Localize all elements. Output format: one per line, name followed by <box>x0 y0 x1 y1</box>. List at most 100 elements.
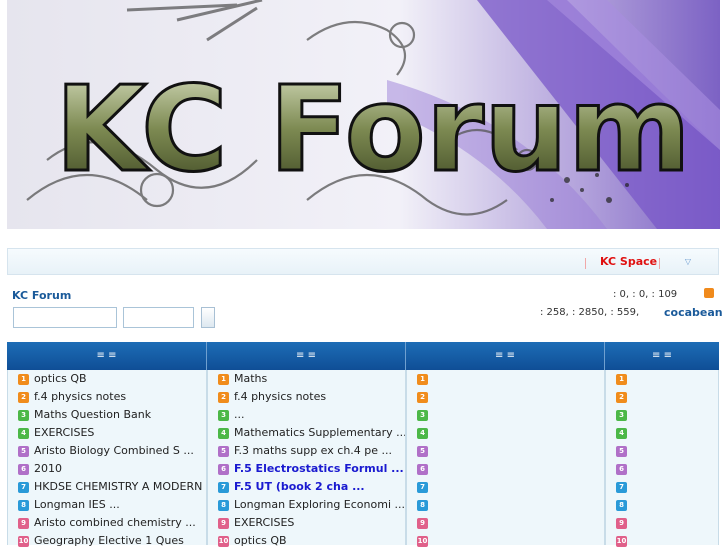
list-item[interactable]: 2 f.4 physics notes <box>8 388 206 406</box>
list-item[interactable]: 2 f.4 physics notes <box>208 388 405 406</box>
rank-badge-icon: 8 <box>18 500 29 511</box>
list-item[interactable]: 9 Aristo combined chemistry ... <box>8 514 206 532</box>
rank-badge-icon: 1 <box>417 374 428 385</box>
thread-link[interactable]: EXERCISES <box>234 514 294 532</box>
list-item[interactable]: 10 <box>606 532 718 550</box>
list-item[interactable]: 7 <box>407 478 604 496</box>
rank-badge-icon: 6 <box>218 464 229 475</box>
list-item[interactable]: 10 Geography Elective 1 Ques <box>8 532 206 550</box>
rss-icon[interactable] <box>704 288 714 298</box>
thread-link[interactable]: Longman Exploring Economi ... <box>234 496 405 514</box>
thread-link[interactable]: Aristo combined chemistry ... <box>34 514 196 532</box>
rank-badge-icon: 10 <box>18 536 29 547</box>
list-item[interactable]: 6 F.5 Electrostatics Formul ... <box>208 460 405 478</box>
list-item[interactable]: 3 ... <box>208 406 405 424</box>
list-item[interactable]: 1 optics QB <box>8 370 206 388</box>
list-item[interactable]: 4 <box>606 424 718 442</box>
column-header[interactable]: ≡ ≡ <box>406 342 605 370</box>
list-item[interactable]: 8 <box>407 496 604 514</box>
thread-link[interactable]: Longman IES ... <box>34 496 120 514</box>
list-item[interactable]: 2 <box>407 388 604 406</box>
column-header[interactable]: ≡ ≡ <box>7 342 207 370</box>
forum-banner[interactable]: KC Forum <box>7 0 720 229</box>
ranking-list: 1 2 3 4 5 6 7 8 9 10 <box>605 370 719 547</box>
list-item[interactable]: 8 Longman IES ... <box>8 496 206 514</box>
list-item[interactable]: 3 <box>606 406 718 424</box>
list-item[interactable]: 4 Mathematics Supplementary ... <box>208 424 405 442</box>
list-item[interactable]: 5 <box>407 442 604 460</box>
rank-badge-icon: 8 <box>417 500 428 511</box>
thread-link[interactable]: Maths <box>234 370 267 388</box>
column-header[interactable]: ≡ ≡ <box>207 342 406 370</box>
list-item[interactable]: 1 <box>606 370 718 388</box>
column-header[interactable]: ≡ ≡ <box>605 342 719 370</box>
list-item[interactable]: 9 <box>407 514 604 532</box>
hot-threads-list: 1 optics QB 2 f.4 physics notes 3 Maths Quest… <box>7 370 207 547</box>
thread-link[interactable]: 2010 <box>34 460 62 478</box>
list-item[interactable]: 2 <box>606 388 718 406</box>
forum-home-link[interactable]: KC Forum <box>12 289 71 302</box>
list-item[interactable]: 1 <box>407 370 604 388</box>
list-item[interactable]: 3 <box>407 406 604 424</box>
list-item[interactable]: 3 Maths Question Bank <box>8 406 206 424</box>
rank-badge-icon: 10 <box>616 536 627 547</box>
thread-link[interactable]: EXERCISES <box>34 424 94 442</box>
list-item[interactable]: 6 <box>606 460 718 478</box>
list-item[interactable]: 9 EXERCISES <box>208 514 405 532</box>
thread-link[interactable]: F.3 maths supp ex ch.4 pe ... <box>234 442 392 460</box>
rank-badge-icon: 9 <box>18 518 29 529</box>
rank-badge-icon: 3 <box>616 410 627 421</box>
list-item[interactable]: 5 Aristo Biology Combined S ... <box>8 442 206 460</box>
nav-kc-space-link[interactable]: KC Space <box>600 255 657 268</box>
list-item[interactable]: 7 F.5 UT (book 2 cha ... <box>208 478 405 496</box>
list-item[interactable]: 1 Maths <box>208 370 405 388</box>
thread-link[interactable]: optics QB <box>34 370 87 388</box>
thread-link[interactable]: f.4 physics notes <box>234 388 326 406</box>
list-item[interactable]: 8 <box>606 496 718 514</box>
list-item[interactable]: 5 F.3 maths supp ex ch.4 pe ... <box>208 442 405 460</box>
rank-badge-icon: 7 <box>417 482 428 493</box>
thread-link[interactable]: Geography Elective 1 Ques <box>34 532 184 550</box>
rank-badge-icon: 4 <box>616 428 627 439</box>
list-item[interactable]: 10 <box>407 532 604 550</box>
list-item[interactable]: 6 2010 <box>8 460 206 478</box>
chevron-down-icon[interactable]: ▽ <box>680 255 696 269</box>
banner-title: KC Forum <box>55 60 691 198</box>
thread-link[interactable]: HKDSE CHEMISTRY A MODERN <box>34 478 202 496</box>
login-button[interactable] <box>201 307 215 328</box>
rank-badge-icon: 1 <box>616 374 627 385</box>
rank-badge-icon: 8 <box>218 500 229 511</box>
list-item[interactable]: 10 optics QB <box>208 532 405 550</box>
password-input[interactable] <box>123 307 194 328</box>
thread-link[interactable]: Mathematics Supplementary ... <box>234 424 405 442</box>
rank-badge-icon: 5 <box>616 446 627 457</box>
nav-divider <box>585 258 586 269</box>
rank-badge-icon: 6 <box>417 464 428 475</box>
thread-link[interactable]: Aristo Biology Combined S ... <box>34 442 194 460</box>
rank-badge-icon: 10 <box>218 536 229 547</box>
rank-badge-icon: 6 <box>18 464 29 475</box>
newest-member-link[interactable]: cocabean <box>664 306 723 319</box>
rank-badge-icon: 7 <box>218 482 229 493</box>
thread-link[interactable]: ... <box>234 406 245 424</box>
list-item[interactable]: 6 <box>407 460 604 478</box>
thread-link[interactable]: F.5 Electrostatics Formul ... <box>234 460 404 478</box>
rank-badge-icon: 3 <box>218 410 229 421</box>
rank-badge-icon: 3 <box>18 410 29 421</box>
thread-link[interactable]: F.5 UT (book 2 cha ... <box>234 478 365 496</box>
list-item[interactable]: 7 HKDSE CHEMISTRY A MODERN <box>8 478 206 496</box>
list-item[interactable]: 8 Longman Exploring Economi ... <box>208 496 405 514</box>
list-item[interactable]: 9 <box>606 514 718 532</box>
rank-badge-icon: 9 <box>616 518 627 529</box>
list-item[interactable]: 4 <box>407 424 604 442</box>
thread-link[interactable]: Maths Question Bank <box>34 406 151 424</box>
list-item[interactable]: 7 <box>606 478 718 496</box>
list-item[interactable]: 4 EXERCISES <box>8 424 206 442</box>
username-input[interactable] <box>13 307 117 328</box>
thread-link[interactable]: f.4 physics notes <box>34 388 126 406</box>
rank-badge-icon: 2 <box>417 392 428 403</box>
top-nav-bar: KC Space ▽ <box>7 248 719 275</box>
rank-badge-icon: 4 <box>218 428 229 439</box>
list-item[interactable]: 5 <box>606 442 718 460</box>
thread-link[interactable]: optics QB <box>234 532 287 550</box>
